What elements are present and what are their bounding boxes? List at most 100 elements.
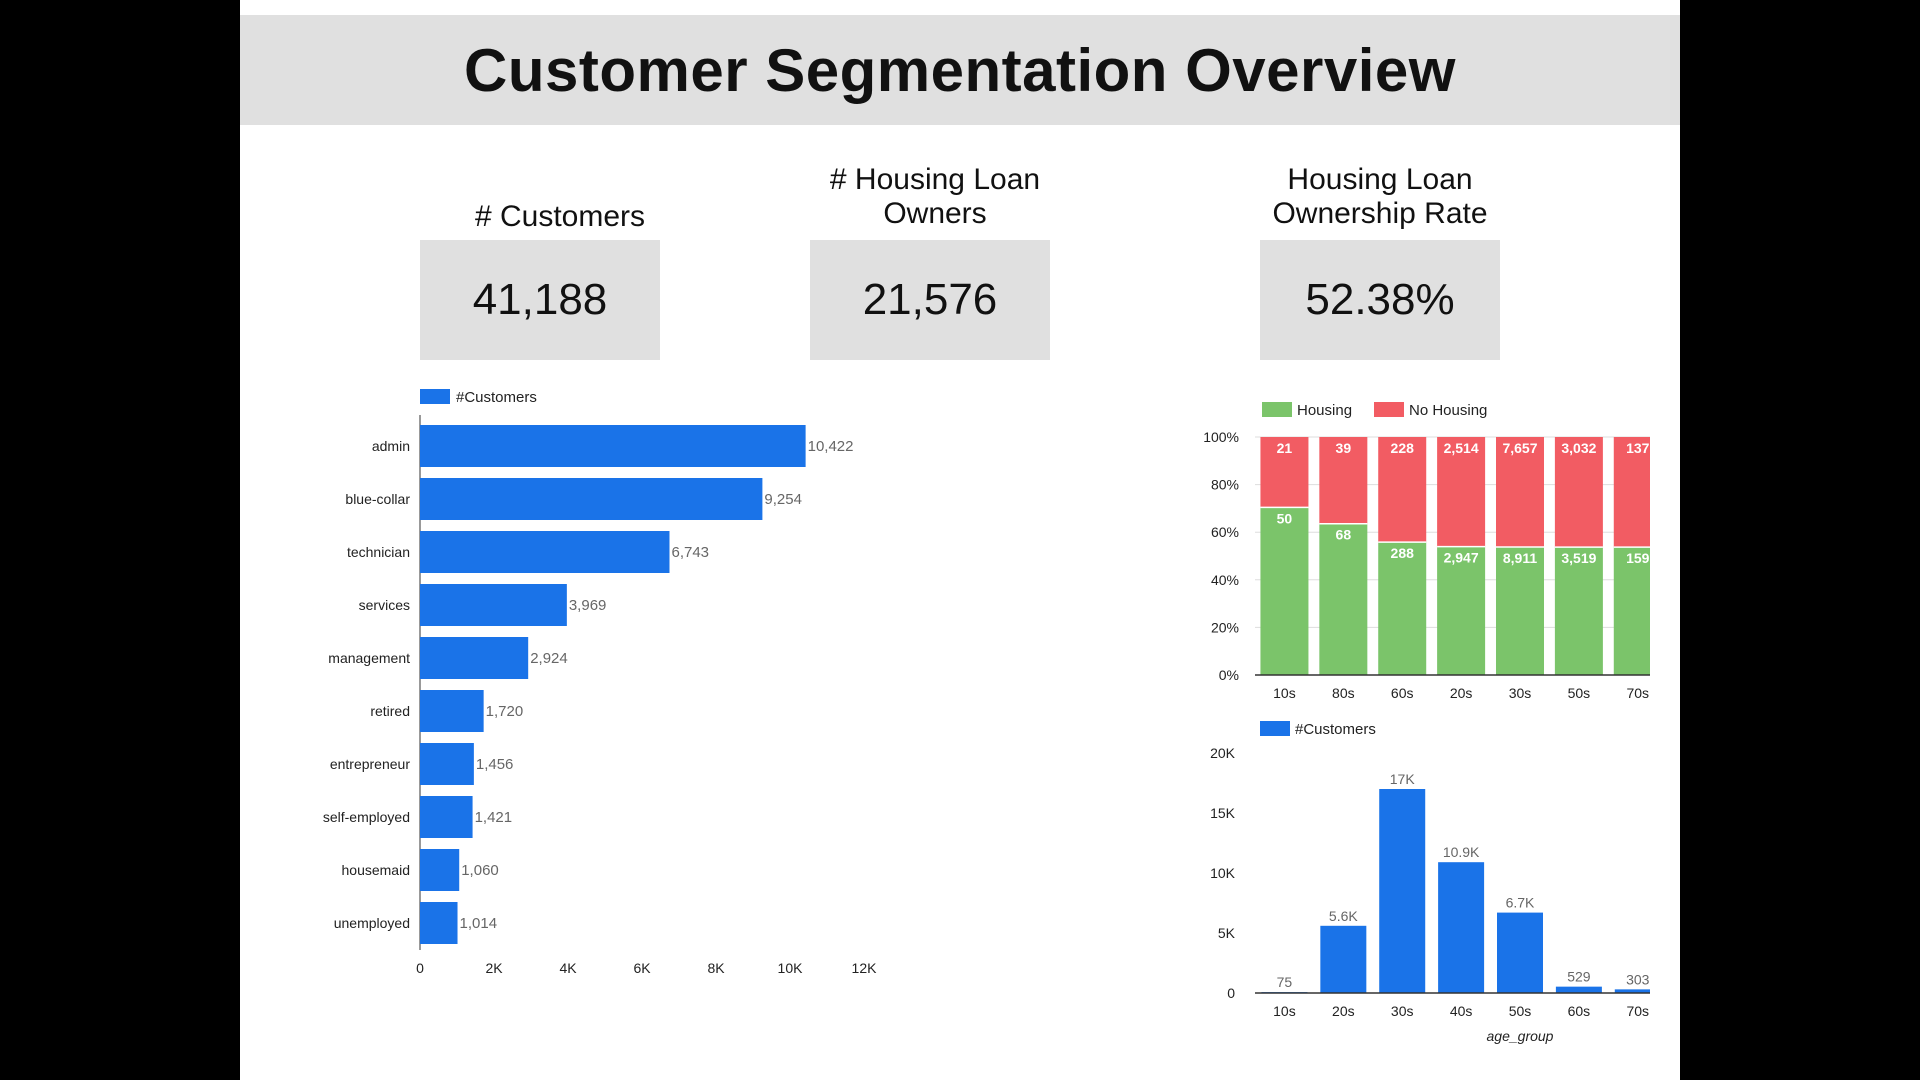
data-label: 5.6K — [1329, 908, 1358, 924]
legend-label: #Customers — [456, 389, 537, 406]
category-label: 20s — [1450, 685, 1473, 701]
tick-label: 2K — [485, 960, 503, 976]
data-label-housing: 159 — [1626, 550, 1650, 566]
legend-label: #Customers — [1295, 721, 1376, 738]
category-label: 60s — [1568, 1003, 1591, 1019]
category-label: retired — [370, 703, 410, 719]
category-label: unemployed — [334, 915, 410, 931]
page-title: Customer Segmentation Overview — [464, 36, 1456, 104]
data-label: 75 — [1277, 974, 1293, 990]
category-label: housemaid — [342, 862, 411, 878]
kpi-ownership-rate-label: Housing Loan Ownership Rate — [1272, 163, 1488, 230]
housing-by-age-chart: Housing No Housing 0% 20% 40% 60% 80% 100% 21 50 1… — [1203, 402, 1650, 701]
data-label-housing: 3,519 — [1561, 550, 1596, 566]
tick-label: 100% — [1203, 429, 1239, 445]
category-label: 10s — [1273, 1003, 1296, 1019]
data-label-housing: 2,947 — [1444, 550, 1479, 566]
data-label-no-housing: 228 — [1391, 440, 1415, 456]
data-label: 1,060 — [461, 862, 499, 879]
tick-label: 20% — [1211, 619, 1239, 635]
legend-swatch — [420, 389, 450, 404]
data-label: 1,014 — [460, 915, 498, 932]
tick-label: 10K — [1210, 865, 1236, 881]
category-label: 60s — [1391, 685, 1414, 701]
data-label: 529 — [1567, 969, 1591, 985]
data-label-housing: 8,911 — [1503, 550, 1537, 566]
data-label: 303 — [1626, 971, 1650, 987]
customers-by-age-chart: #Customers 0 5K 10K 15K 20K 75 10s 5.6K 20s 17K 30s… — [1210, 721, 1650, 1044]
tick-label: 80% — [1211, 477, 1239, 493]
bar — [420, 425, 806, 467]
category-label: 40s — [1450, 1003, 1473, 1019]
bar-housing — [1613, 547, 1650, 675]
data-label: 3,969 — [569, 597, 607, 614]
data-label: 6,743 — [671, 544, 709, 561]
data-label: 10,422 — [808, 438, 854, 455]
kpi-customers-value: 41,188 — [420, 240, 660, 360]
category-label: 10s — [1273, 685, 1296, 701]
tick-label: 10K — [778, 960, 804, 976]
bar — [420, 637, 529, 679]
data-label-no-housing: 7,657 — [1502, 440, 1537, 456]
tick-label: 40% — [1211, 572, 1239, 588]
category-label: entrepreneur — [330, 756, 411, 772]
tick-label: 0 — [416, 960, 424, 976]
bar — [420, 478, 763, 520]
bar — [420, 743, 474, 785]
kpi-customers-label: # Customers — [474, 200, 646, 233]
dashboard-slide: Customer Segmentation Overview # Custome… — [240, 0, 1680, 1080]
bar — [420, 796, 473, 838]
data-label: 2,924 — [530, 650, 568, 667]
tick-label: 0 — [1227, 985, 1235, 1001]
data-label-no-housing: 137 — [1626, 440, 1650, 456]
tick-label: 12K — [852, 960, 878, 976]
bar — [1379, 789, 1426, 993]
category-label: blue-collar — [345, 491, 410, 507]
data-label-no-housing: 21 — [1277, 440, 1293, 456]
category-label: 30s — [1509, 685, 1532, 701]
category-label: services — [359, 597, 410, 613]
data-label-no-housing: 3,032 — [1561, 440, 1596, 456]
category-label: technician — [347, 544, 410, 560]
x-axis-title: age_group — [1487, 1028, 1554, 1044]
bar — [1555, 986, 1602, 993]
tick-label: 60% — [1211, 524, 1239, 540]
data-label: 10.9K — [1443, 844, 1480, 860]
data-label-no-housing: 2,514 — [1444, 440, 1479, 456]
bar-housing — [1496, 546, 1544, 675]
data-label: 9,254 — [764, 491, 802, 508]
bar-housing — [1554, 547, 1603, 675]
tick-label: 6K — [633, 960, 651, 976]
bar — [1497, 912, 1543, 993]
tick-label: 0% — [1219, 667, 1239, 683]
bar — [420, 902, 458, 944]
tick-label: 15K — [1210, 805, 1236, 821]
customers-by-job-chart: #Customers admin 10,422 blue-collar 9,254 tec… — [323, 389, 878, 976]
bar — [420, 849, 460, 891]
bar — [1438, 862, 1485, 993]
category-label: 20s — [1332, 1003, 1355, 1019]
bar — [420, 690, 484, 732]
legend-label-no-housing: No Housing — [1409, 402, 1487, 419]
bar-housing — [1437, 546, 1486, 675]
category-label: management — [328, 650, 410, 666]
category-label: admin — [372, 438, 410, 454]
data-label-housing: 68 — [1336, 527, 1352, 543]
category-label: 80s — [1332, 685, 1355, 701]
data-label-housing: 288 — [1391, 545, 1415, 561]
data-label-housing: 50 — [1277, 510, 1293, 526]
tick-label: 5K — [1218, 925, 1236, 941]
category-label: 50s — [1509, 1003, 1532, 1019]
tick-label: 4K — [559, 960, 577, 976]
data-label: 17K — [1390, 771, 1416, 787]
legend-swatch — [1260, 721, 1290, 736]
kpi-housing-owners-value: 21,576 — [810, 240, 1050, 360]
category-label: 50s — [1568, 685, 1591, 701]
bar-housing — [1378, 542, 1427, 675]
tick-label: 8K — [707, 960, 725, 976]
bar-housing — [1319, 523, 1368, 675]
tick-label: 20K — [1210, 745, 1236, 761]
bar-housing — [1260, 507, 1309, 675]
category-label: self-employed — [323, 809, 410, 825]
bar — [420, 531, 670, 573]
